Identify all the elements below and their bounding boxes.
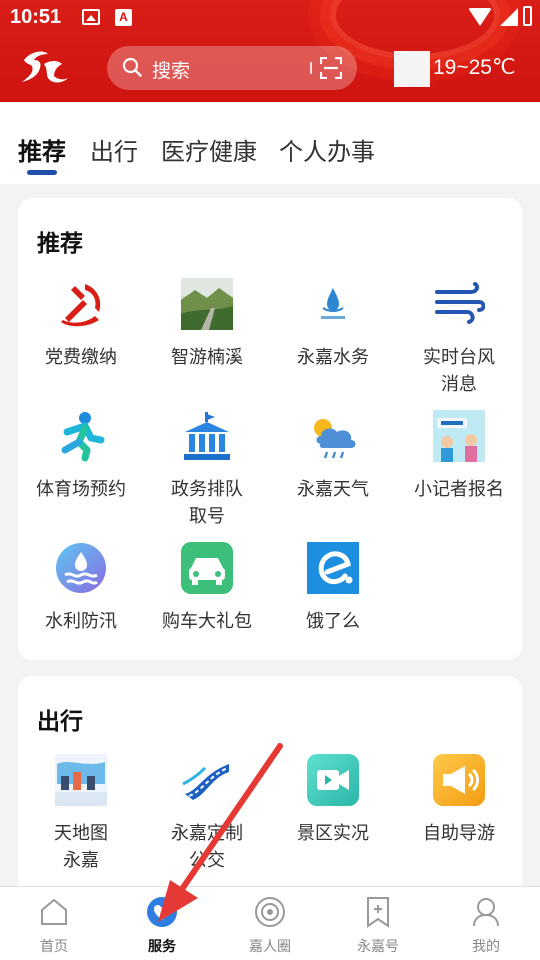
wifi-icon [468,8,492,26]
service-item-scenic-live[interactable]: 景区实况 [270,754,396,847]
service-item-flood-control[interactable]: 水利防汛 [18,542,144,635]
service-item-self-guide[interactable]: 自助导游 [396,754,522,847]
app-logo-icon[interactable] [18,46,72,86]
nav-yongjiahao[interactable]: 永嘉号 [324,887,432,960]
service-item-yongjia-water[interactable]: 永嘉水务 [270,278,396,371]
app-notification-icon: A [115,9,132,26]
service-label: 实时台风 消息 [423,347,495,395]
service-heart-icon [147,897,177,927]
service-label: 天地图 永嘉 [54,823,108,871]
service-label: 体育场预约 [36,479,126,500]
bottom-navigation: 首页 服务 嘉人圈 永嘉号 我的 [0,886,540,960]
service-label: 购车大礼包 [162,611,252,632]
service-label: 永嘉定制 公交 [171,823,243,871]
nav-jiarenquan[interactable]: 嘉人圈 [216,887,324,960]
service-label: 饿了么 [306,611,360,632]
nav-label: 首页 [40,939,68,955]
eleme-logo-icon [307,542,359,594]
nav-label: 我的 [472,939,500,955]
category-tabs: 推荐 出行 医疗健康 个人办事 [0,102,540,184]
search-placeholder: 搜索 [152,60,191,82]
active-tab-indicator [27,170,57,175]
home-icon [41,898,67,925]
nav-service[interactable]: 服务 [108,887,216,960]
service-label: 景区实况 [297,823,369,844]
nav-label: 嘉人圈 [249,939,291,955]
video-camera-icon [307,754,359,806]
government-building-icon [184,412,230,460]
tab-travel[interactable]: 出行 [90,132,138,167]
service-item-tianditu[interactable]: 天地图 永嘉 [18,754,144,874]
weather-temperature[interactable]: 19~25℃ [433,55,516,80]
recommend-title: 推荐 [37,231,83,257]
service-item-car-package[interactable]: 购车大礼包 [144,542,270,635]
service-item-custom-bus[interactable]: 永嘉定制 公交 [144,754,270,874]
battery-icon [523,6,532,26]
service-label: 永嘉天气 [297,479,369,500]
service-item-yongjia-weather[interactable]: 永嘉天气 [270,410,396,503]
service-label: 智游楠溪 [171,347,243,368]
tab-recommend[interactable]: 推荐 [18,132,66,167]
nav-label: 服务 [148,939,176,955]
service-item-eleme[interactable]: 饿了么 [270,542,396,635]
weather-cloud-icon [314,419,356,459]
service-item-stadium[interactable]: 体育场预约 [18,410,144,503]
wind-icon [435,282,486,324]
travel-card: 出行 天地图 永嘉 永嘉定制 公交 景区实况 自助导游 [18,676,522,916]
tab-medical-health[interactable]: 医疗健康 [161,132,257,167]
service-label: 党费缴纳 [45,347,117,368]
service-label: 政务排队 取号 [171,479,243,527]
nav-mine[interactable]: 我的 [432,887,540,960]
service-label: 永嘉水务 [297,347,369,368]
service-label: 水利防汛 [45,611,117,632]
service-item-zhiyou-nanxi[interactable]: 智游楠溪 [144,278,270,371]
service-label: 小记者报名 [414,479,504,500]
weather-icon[interactable] [394,51,430,87]
scan-icon[interactable] [320,57,342,79]
travel-title: 出行 [37,709,83,735]
search-divider [310,62,312,74]
nav-home[interactable]: 首页 [0,887,108,960]
bookmark-plus-icon [367,897,389,928]
reporter-poster-icon [433,410,485,462]
signal-icon [500,8,518,26]
search-bar[interactable]: 搜索 [107,46,357,90]
water-drop-logo-icon [321,288,345,319]
service-item-party-fee[interactable]: 党费缴纳 [18,278,144,371]
top-header: 10:51 A 搜索 19~25℃ [0,0,540,102]
running-person-icon [61,412,105,462]
service-item-young-reporter[interactable]: 小记者报名 [396,410,522,503]
recommend-card: 推荐 党费缴纳 智游楠溪 永嘉水务 实时台风 消息 体育场预约 政务排队 取号 … [18,198,522,660]
tab-personal-affairs[interactable]: 个人办事 [279,132,375,167]
highway-icon [182,764,229,800]
megaphone-icon [433,754,485,806]
map-tile-icon [55,754,107,806]
landscape-photo-icon [181,278,233,330]
water-wave-icon [56,543,106,593]
search-icon [122,57,142,77]
party-emblem-icon [61,284,101,327]
car-icon [181,542,233,594]
nav-label: 永嘉号 [357,939,399,955]
image-notification-icon [82,9,100,25]
service-item-gov-queue[interactable]: 政务排队 取号 [144,410,270,530]
service-item-typhoon[interactable]: 实时台风 消息 [396,278,522,398]
status-bar: 10:51 A [0,0,540,36]
status-time: 10:51 [10,6,62,28]
profile-icon [473,898,499,927]
service-label: 自助导游 [423,823,495,844]
circle-icon [255,897,285,927]
